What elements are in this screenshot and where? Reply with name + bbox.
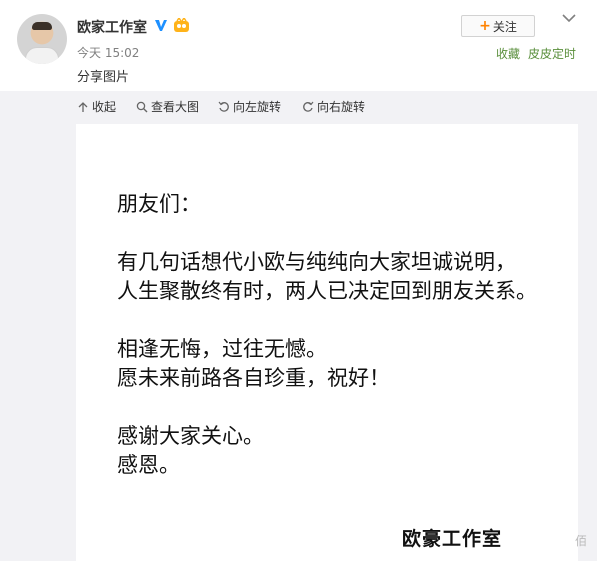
rotate-left-icon [218,101,229,112]
letter-line: 感恩。 [117,453,180,477]
rotate-right-button[interactable]: 向右旋转 [302,98,365,115]
author-name[interactable]: 欧家工作室 [77,17,147,37]
rotate-left-button[interactable]: 向左旋转 [218,98,281,115]
collect-link[interactable]: 收藏 [496,45,520,62]
image-toolbar: 收起 查看大图 向左旋转 向右旋转 [0,91,597,119]
avatar[interactable] [17,14,67,64]
post-time[interactable]: 今天 15:02 [77,44,139,61]
letter-line: 有几句话想代小欧与纯纯向大家坦诚说明， [117,250,516,274]
view-large-button[interactable]: 查看大图 [136,98,199,115]
rotate-right-icon [303,101,314,112]
view-large-label: 查看大图 [151,100,200,114]
collapse-icon [78,101,88,112]
follow-button[interactable]: + 关注 [461,15,535,37]
letter-line: 人生聚散终有时，两人已决定回到朋友关系。 [117,279,537,303]
rotate-right-label: 向右旋转 [317,100,366,114]
letter-text: 朋友们： 有几句话想代小欧与纯纯向大家坦诚说明， 人生聚散终有时，两人已决定回到… [117,190,537,480]
shared-image[interactable]: 朋友们： 有几句话想代小欧与纯纯向大家坦诚说明， 人生聚散终有时，两人已决定回到… [76,124,578,561]
chevron-down-icon[interactable] [562,13,576,23]
avatar-shirt [25,47,59,64]
plus-icon: + [479,18,491,34]
watermark: 佰 [575,534,588,548]
letter-greeting: 朋友们： [117,192,201,216]
follow-label: 关注 [492,19,517,34]
avatar-hair [32,22,52,30]
collapse-button[interactable]: 收起 [77,98,116,115]
rotate-left-label: 向左旋转 [233,100,282,114]
verified-icon [155,20,167,31]
post-header: 欧家工作室 今天 15:02 分享图片 + 关注 收藏 皮皮定时 [0,0,597,91]
letter-line: 相逢无悔，过往无憾。 [117,337,327,361]
schedule-link[interactable]: 皮皮定时 [528,45,576,62]
search-icon [136,101,148,112]
member-badge-icon[interactable] [173,18,190,33]
image-viewer: 收起 查看大图 向左旋转 向右旋转 朋友们： 有几句话想代小欧与纯纯向大家坦诚说… [0,91,597,561]
collapse-label: 收起 [92,100,117,114]
letter-line: 愿未来前路各自珍重，祝好！ [117,366,390,390]
letter-line: 感谢大家关心。 [117,424,264,448]
post-description: 分享图片 [77,70,130,85]
letter-signature: 欧豪工作室 [402,528,503,550]
